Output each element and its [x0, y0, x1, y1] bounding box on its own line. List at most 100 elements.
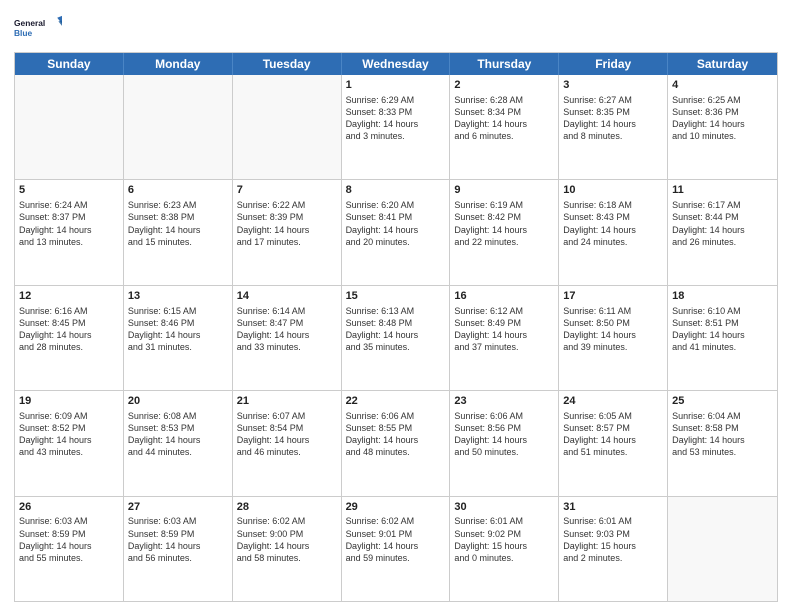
day-info-13: Sunrise: 6:15 AM Sunset: 8:46 PM Dayligh…	[128, 305, 228, 354]
header-thursday: Thursday	[450, 53, 559, 75]
day-info-30: Sunrise: 6:01 AM Sunset: 9:02 PM Dayligh…	[454, 515, 554, 564]
day-cell-14: 14Sunrise: 6:14 AM Sunset: 8:47 PM Dayli…	[233, 286, 342, 390]
day-cell-2: 2Sunrise: 6:28 AM Sunset: 8:34 PM Daylig…	[450, 75, 559, 179]
day-number-22: 22	[346, 394, 446, 409]
day-cell-15: 15Sunrise: 6:13 AM Sunset: 8:48 PM Dayli…	[342, 286, 451, 390]
week-row-1: 1Sunrise: 6:29 AM Sunset: 8:33 PM Daylig…	[15, 75, 777, 179]
day-info-21: Sunrise: 6:07 AM Sunset: 8:54 PM Dayligh…	[237, 410, 337, 459]
day-cell-12: 12Sunrise: 6:16 AM Sunset: 8:45 PM Dayli…	[15, 286, 124, 390]
day-number-29: 29	[346, 500, 446, 515]
day-info-19: Sunrise: 6:09 AM Sunset: 8:52 PM Dayligh…	[19, 410, 119, 459]
logo: General Blue	[14, 10, 62, 46]
day-cell-17: 17Sunrise: 6:11 AM Sunset: 8:50 PM Dayli…	[559, 286, 668, 390]
day-info-17: Sunrise: 6:11 AM Sunset: 8:50 PM Dayligh…	[563, 305, 663, 354]
svg-text:Blue: Blue	[14, 28, 33, 38]
day-number-1: 1	[346, 78, 446, 93]
day-number-8: 8	[346, 183, 446, 198]
day-info-11: Sunrise: 6:17 AM Sunset: 8:44 PM Dayligh…	[672, 199, 773, 248]
day-info-12: Sunrise: 6:16 AM Sunset: 8:45 PM Dayligh…	[19, 305, 119, 354]
svg-text:General: General	[14, 18, 45, 28]
day-info-2: Sunrise: 6:28 AM Sunset: 8:34 PM Dayligh…	[454, 94, 554, 143]
day-number-25: 25	[672, 394, 773, 409]
header-wednesday: Wednesday	[342, 53, 451, 75]
week-row-4: 19Sunrise: 6:09 AM Sunset: 8:52 PM Dayli…	[15, 390, 777, 495]
day-info-5: Sunrise: 6:24 AM Sunset: 8:37 PM Dayligh…	[19, 199, 119, 248]
day-info-26: Sunrise: 6:03 AM Sunset: 8:59 PM Dayligh…	[19, 515, 119, 564]
day-number-16: 16	[454, 289, 554, 304]
day-cell-20: 20Sunrise: 6:08 AM Sunset: 8:53 PM Dayli…	[124, 391, 233, 495]
day-number-17: 17	[563, 289, 663, 304]
header-saturday: Saturday	[668, 53, 777, 75]
day-cell-23: 23Sunrise: 6:06 AM Sunset: 8:56 PM Dayli…	[450, 391, 559, 495]
day-info-31: Sunrise: 6:01 AM Sunset: 9:03 PM Dayligh…	[563, 515, 663, 564]
day-number-4: 4	[672, 78, 773, 93]
day-info-27: Sunrise: 6:03 AM Sunset: 8:59 PM Dayligh…	[128, 515, 228, 564]
header-monday: Monday	[124, 53, 233, 75]
day-number-12: 12	[19, 289, 119, 304]
day-info-10: Sunrise: 6:18 AM Sunset: 8:43 PM Dayligh…	[563, 199, 663, 248]
empty-cell-0-2	[233, 75, 342, 179]
day-number-6: 6	[128, 183, 228, 198]
day-number-10: 10	[563, 183, 663, 198]
day-info-24: Sunrise: 6:05 AM Sunset: 8:57 PM Dayligh…	[563, 410, 663, 459]
day-info-15: Sunrise: 6:13 AM Sunset: 8:48 PM Dayligh…	[346, 305, 446, 354]
day-cell-5: 5Sunrise: 6:24 AM Sunset: 8:37 PM Daylig…	[15, 180, 124, 284]
day-number-18: 18	[672, 289, 773, 304]
day-info-14: Sunrise: 6:14 AM Sunset: 8:47 PM Dayligh…	[237, 305, 337, 354]
day-cell-16: 16Sunrise: 6:12 AM Sunset: 8:49 PM Dayli…	[450, 286, 559, 390]
day-cell-3: 3Sunrise: 6:27 AM Sunset: 8:35 PM Daylig…	[559, 75, 668, 179]
day-cell-22: 22Sunrise: 6:06 AM Sunset: 8:55 PM Dayli…	[342, 391, 451, 495]
page: General Blue SundayMondayTuesdayWednesda…	[0, 0, 792, 612]
day-number-31: 31	[563, 500, 663, 515]
day-number-15: 15	[346, 289, 446, 304]
calendar-header: SundayMondayTuesdayWednesdayThursdayFrid…	[15, 53, 777, 75]
day-cell-26: 26Sunrise: 6:03 AM Sunset: 8:59 PM Dayli…	[15, 497, 124, 601]
week-row-2: 5Sunrise: 6:24 AM Sunset: 8:37 PM Daylig…	[15, 179, 777, 284]
day-info-20: Sunrise: 6:08 AM Sunset: 8:53 PM Dayligh…	[128, 410, 228, 459]
day-info-4: Sunrise: 6:25 AM Sunset: 8:36 PM Dayligh…	[672, 94, 773, 143]
day-cell-21: 21Sunrise: 6:07 AM Sunset: 8:54 PM Dayli…	[233, 391, 342, 495]
day-cell-4: 4Sunrise: 6:25 AM Sunset: 8:36 PM Daylig…	[668, 75, 777, 179]
day-number-9: 9	[454, 183, 554, 198]
day-info-16: Sunrise: 6:12 AM Sunset: 8:49 PM Dayligh…	[454, 305, 554, 354]
day-number-24: 24	[563, 394, 663, 409]
day-cell-10: 10Sunrise: 6:18 AM Sunset: 8:43 PM Dayli…	[559, 180, 668, 284]
day-cell-11: 11Sunrise: 6:17 AM Sunset: 8:44 PM Dayli…	[668, 180, 777, 284]
day-number-30: 30	[454, 500, 554, 515]
day-number-27: 27	[128, 500, 228, 515]
day-info-25: Sunrise: 6:04 AM Sunset: 8:58 PM Dayligh…	[672, 410, 773, 459]
day-info-23: Sunrise: 6:06 AM Sunset: 8:56 PM Dayligh…	[454, 410, 554, 459]
day-info-3: Sunrise: 6:27 AM Sunset: 8:35 PM Dayligh…	[563, 94, 663, 143]
empty-cell-4-6	[668, 497, 777, 601]
day-number-14: 14	[237, 289, 337, 304]
week-row-5: 26Sunrise: 6:03 AM Sunset: 8:59 PM Dayli…	[15, 496, 777, 601]
day-cell-8: 8Sunrise: 6:20 AM Sunset: 8:41 PM Daylig…	[342, 180, 451, 284]
empty-cell-0-0	[15, 75, 124, 179]
day-number-11: 11	[672, 183, 773, 198]
day-number-20: 20	[128, 394, 228, 409]
day-cell-19: 19Sunrise: 6:09 AM Sunset: 8:52 PM Dayli…	[15, 391, 124, 495]
day-cell-31: 31Sunrise: 6:01 AM Sunset: 9:03 PM Dayli…	[559, 497, 668, 601]
calendar-body: 1Sunrise: 6:29 AM Sunset: 8:33 PM Daylig…	[15, 75, 777, 601]
day-number-3: 3	[563, 78, 663, 93]
day-number-28: 28	[237, 500, 337, 515]
day-info-28: Sunrise: 6:02 AM Sunset: 9:00 PM Dayligh…	[237, 515, 337, 564]
day-info-22: Sunrise: 6:06 AM Sunset: 8:55 PM Dayligh…	[346, 410, 446, 459]
day-info-8: Sunrise: 6:20 AM Sunset: 8:41 PM Dayligh…	[346, 199, 446, 248]
day-cell-24: 24Sunrise: 6:05 AM Sunset: 8:57 PM Dayli…	[559, 391, 668, 495]
week-row-3: 12Sunrise: 6:16 AM Sunset: 8:45 PM Dayli…	[15, 285, 777, 390]
day-number-5: 5	[19, 183, 119, 198]
day-cell-25: 25Sunrise: 6:04 AM Sunset: 8:58 PM Dayli…	[668, 391, 777, 495]
day-info-9: Sunrise: 6:19 AM Sunset: 8:42 PM Dayligh…	[454, 199, 554, 248]
day-cell-29: 29Sunrise: 6:02 AM Sunset: 9:01 PM Dayli…	[342, 497, 451, 601]
day-cell-30: 30Sunrise: 6:01 AM Sunset: 9:02 PM Dayli…	[450, 497, 559, 601]
header-tuesday: Tuesday	[233, 53, 342, 75]
day-cell-6: 6Sunrise: 6:23 AM Sunset: 8:38 PM Daylig…	[124, 180, 233, 284]
day-number-2: 2	[454, 78, 554, 93]
day-info-7: Sunrise: 6:22 AM Sunset: 8:39 PM Dayligh…	[237, 199, 337, 248]
logo-svg: General Blue	[14, 10, 62, 46]
day-cell-18: 18Sunrise: 6:10 AM Sunset: 8:51 PM Dayli…	[668, 286, 777, 390]
day-cell-1: 1Sunrise: 6:29 AM Sunset: 8:33 PM Daylig…	[342, 75, 451, 179]
day-info-29: Sunrise: 6:02 AM Sunset: 9:01 PM Dayligh…	[346, 515, 446, 564]
day-number-19: 19	[19, 394, 119, 409]
